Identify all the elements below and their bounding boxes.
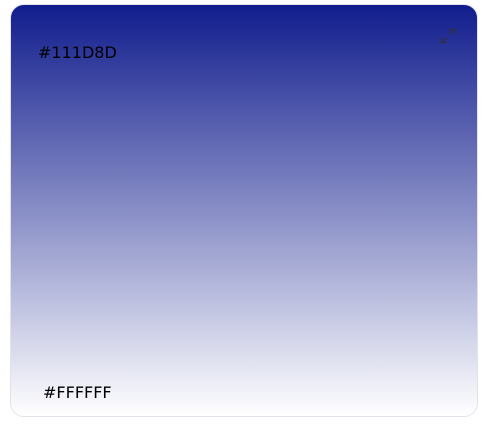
gradient-end-color-label: #FFFFFF [43, 383, 112, 402]
expand-arrows-icon [440, 28, 456, 44]
gradient-preview-card: #111D8D #FFFFFF [10, 4, 478, 417]
gradient-start-color-label: #111D8D [38, 43, 117, 62]
expand-button[interactable] [437, 25, 459, 47]
